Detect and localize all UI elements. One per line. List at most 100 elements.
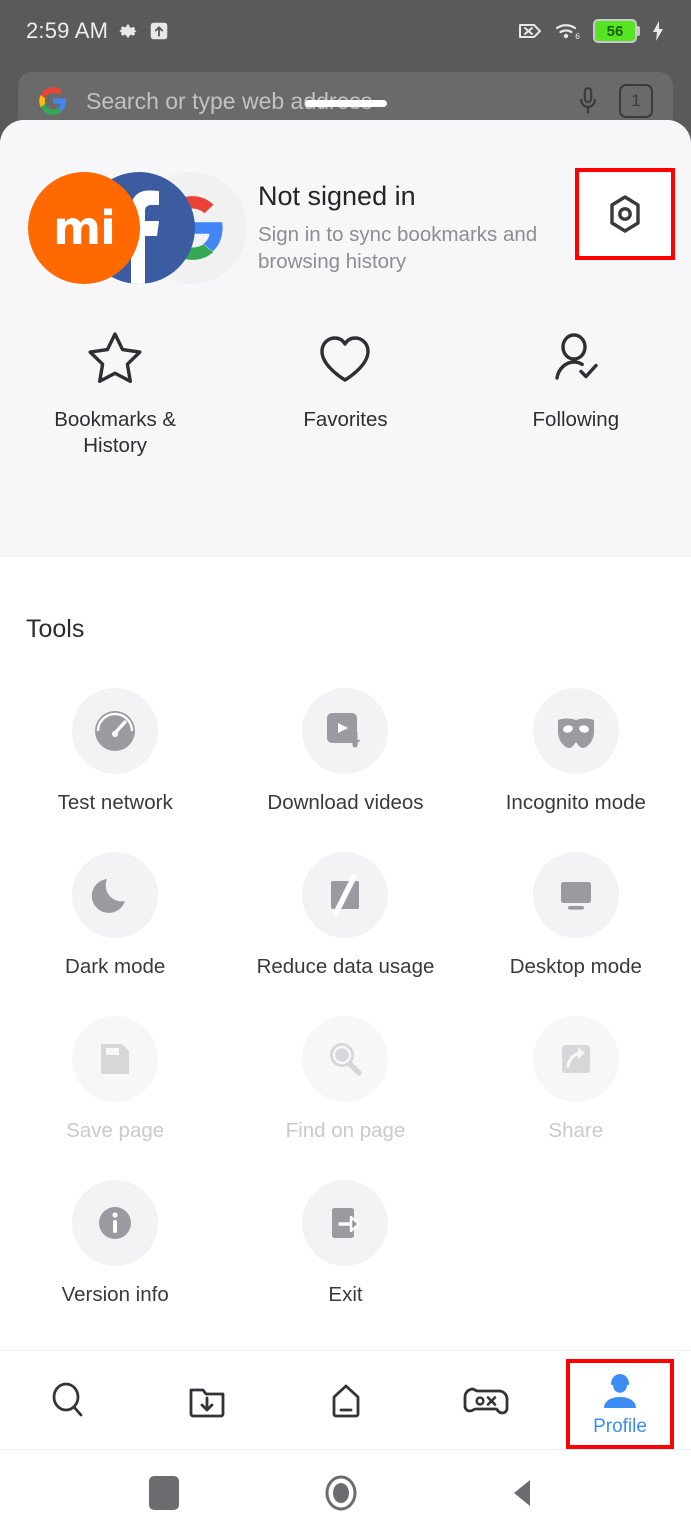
svg-text:6: 6 <box>575 32 580 41</box>
status-bar: 2:59 AM 6 56 <box>0 0 691 62</box>
upload-box-icon <box>150 22 168 40</box>
tool-icon-wrap <box>72 852 159 938</box>
status-time: 2:59 AM <box>26 18 109 43</box>
shortcut-label: Favorites <box>303 408 388 431</box>
tools-section: Tools Test network Download videos Incog… <box>0 557 691 1344</box>
tool-save-page[interactable]: Save page <box>0 1016 230 1143</box>
shortcut-bookmarks-history[interactable]: Bookmarks & History <box>0 328 230 459</box>
home-circle-icon[interactable] <box>319 1471 363 1515</box>
tab-counter[interactable]: 1 <box>619 84 653 118</box>
nav-item-search[interactable] <box>0 1351 138 1450</box>
tool-label: Save page <box>66 1119 165 1142</box>
info-icon <box>99 1207 132 1239</box>
no-sim-icon <box>519 24 541 38</box>
mi-avatar: mi <box>28 172 140 284</box>
shortcuts-row: Bookmarks & History Favorites Following <box>0 328 691 459</box>
tool-label: Exit <box>328 1283 363 1306</box>
tool-icon-wrap <box>302 1016 389 1102</box>
person-check-icon <box>555 333 598 380</box>
nav-item-profile[interactable]: Profile <box>553 1351 691 1450</box>
tool-icon-wrap <box>302 688 389 774</box>
home-icon <box>332 1384 359 1417</box>
google-g-icon <box>39 87 67 115</box>
tool-label: Version info <box>61 1283 169 1306</box>
gear-icon <box>119 24 137 38</box>
tool-find-on-page[interactable]: Find on page <box>230 1016 460 1143</box>
wifi-6-icon: 6 <box>555 24 580 41</box>
profile-highlight[interactable]: Profile <box>566 1359 675 1449</box>
folder-download-icon <box>189 1388 225 1417</box>
tool-dark-mode[interactable]: Dark mode <box>0 852 230 979</box>
tool-icon-wrap <box>532 852 619 938</box>
tools-heading: Tools <box>26 615 85 643</box>
mask-icon <box>557 718 594 748</box>
tool-label: Share <box>548 1119 604 1142</box>
tool-icon-wrap <box>72 1016 159 1102</box>
status-bar-right: 6 56 <box>517 19 665 43</box>
android-navigation-bar <box>0 1450 691 1536</box>
recents-square-icon[interactable] <box>148 1476 179 1510</box>
battery-icon: 56 <box>593 19 640 43</box>
magnifier-icon <box>330 1043 363 1076</box>
tool-icon-wrap <box>302 852 389 938</box>
account-row[interactable]: mi Not signed in Sign in to sync bookmar… <box>0 168 691 284</box>
tool-icon-wrap <box>532 1016 619 1102</box>
tool-label: Find on page <box>285 1119 406 1142</box>
nav-item-downloads[interactable] <box>138 1351 276 1450</box>
tool-version-info[interactable]: Version info <box>0 1180 230 1307</box>
tool-label: Reduce data usage <box>256 955 435 978</box>
person-icon <box>604 1373 637 1408</box>
account-subtitle: Sign in to sync bookmarks and browsing h… <box>258 222 538 273</box>
tool-exit[interactable]: Exit <box>230 1180 460 1307</box>
tool-label: Dark mode <box>65 955 166 978</box>
back-triangle-icon[interactable] <box>503 1473 543 1513</box>
tool-icon-wrap <box>72 688 159 774</box>
tool-icon-wrap <box>72 1180 159 1266</box>
avatar-group: mi <box>28 172 247 284</box>
nav-item-games[interactable] <box>415 1351 553 1450</box>
settings-button-highlight[interactable] <box>575 168 675 260</box>
microphone-icon <box>580 87 597 114</box>
save-page-icon <box>101 1044 130 1074</box>
shortcut-following[interactable]: Following <box>461 328 691 459</box>
battery-percent: 56 <box>606 22 624 40</box>
tool-share[interactable]: Share <box>461 1016 691 1143</box>
charging-bolt-icon <box>653 21 663 41</box>
search-icon <box>52 1382 83 1416</box>
mi-logo-text: mi <box>53 201 116 255</box>
status-bar-left: 2:59 AM <box>26 18 170 44</box>
tool-test-network[interactable]: Test network <box>0 688 230 815</box>
tool-label: Download videos <box>267 791 424 814</box>
tool-reduce-data-usage[interactable]: Reduce data usage <box>230 852 460 979</box>
tool-download-videos[interactable]: Download videos <box>230 688 460 815</box>
tool-desktop-mode[interactable]: Desktop mode <box>461 852 691 979</box>
gamepad-icon <box>463 1387 509 1414</box>
tool-incognito-mode[interactable]: Incognito mode <box>461 688 691 815</box>
tool-icon-wrap <box>532 688 619 774</box>
video-download-icon <box>327 713 361 748</box>
tool-label: Incognito mode <box>505 791 646 814</box>
heart-icon <box>320 336 371 382</box>
tools-grid: Test network Download videos Incognito m… <box>0 688 691 1344</box>
tool-icon-wrap <box>302 1180 389 1266</box>
monitor-icon <box>560 882 591 910</box>
profile-sheet: mi Not signed in Sign in to sync bookmar… <box>0 120 691 1536</box>
speedometer-icon <box>95 711 136 751</box>
tool-label: Desktop mode <box>509 955 642 978</box>
data-saver-icon <box>331 874 360 916</box>
shortcut-label: Following <box>532 408 620 431</box>
bottom-navigation: Profile <box>0 1350 691 1450</box>
moon-icon <box>91 879 126 913</box>
nav-label-profile: Profile <box>593 1415 647 1437</box>
exit-icon <box>332 1208 361 1238</box>
sheet-drag-handle[interactable] <box>304 100 387 107</box>
star-icon <box>88 332 142 383</box>
shortcut-label: Bookmarks & History <box>54 408 177 458</box>
settings-hex-icon <box>610 195 640 233</box>
shortcut-favorites[interactable]: Favorites <box>230 328 460 459</box>
browser-profile-sheet-screen: 2:59 AM 6 56 Search or type web address … <box>0 0 691 1536</box>
account-panel: mi Not signed in Sign in to sync bookmar… <box>0 120 691 557</box>
tool-label: Test network <box>57 791 173 814</box>
nav-item-home[interactable] <box>276 1351 414 1450</box>
share-icon <box>561 1045 590 1073</box>
